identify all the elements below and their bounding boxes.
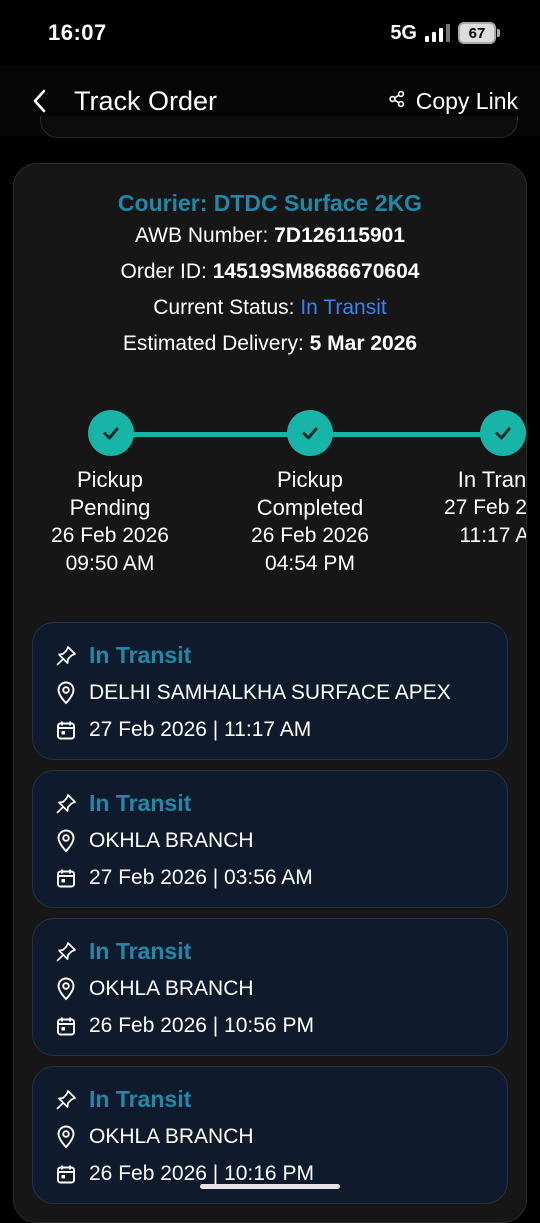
event-datetime: 27 Feb 2026 | 03:56 AM — [89, 865, 313, 889]
order-id-label: Order ID: — [120, 260, 207, 283]
order-id: Order ID: 14519SM8686670604 — [14, 254, 526, 290]
battery-icon: 67 — [458, 22, 500, 44]
copy-link-button[interactable]: Copy Link — [388, 88, 518, 115]
pin-icon — [53, 1087, 79, 1113]
event-location: OKHLA BRANCH — [89, 1124, 254, 1148]
event-location: DELHI SAMHALKHA SURFACE APEX — [89, 680, 451, 704]
eta-value: 5 Mar 2026 — [309, 332, 418, 355]
current-status: Current Status: In Transit — [14, 290, 526, 326]
step-check-icon — [88, 410, 134, 456]
tracking-event: In Transit DELHI SAMHALKHA SURFACE APEX … — [32, 622, 508, 760]
back-arrow-icon[interactable] — [30, 88, 50, 114]
step-label: Pickup — [76, 467, 144, 492]
event-datetime: 26 Feb 2026 | 10:56 PM — [89, 1013, 314, 1037]
progress-stepper[interactable]: Pickup Pending 26 Feb 2026 09:50 AM Pick… — [14, 408, 527, 588]
eta-label: Estimated Delivery: — [122, 332, 304, 355]
event-location: OKHLA BRANCH — [89, 828, 254, 852]
step-in-transit: In Transit 27 Feb 2026 11:17 AM — [413, 466, 527, 550]
step-label: Pending — [69, 495, 151, 520]
step-connector — [332, 432, 484, 437]
awb-label: AWB Number: — [134, 224, 269, 247]
step-pickup-pending: Pickup Pending 26 Feb 2026 09:50 AM — [20, 466, 200, 578]
battery-level: 67 — [468, 24, 486, 42]
event-status: In Transit — [89, 1086, 192, 1112]
pin-icon — [53, 791, 79, 817]
pin-icon — [53, 939, 79, 965]
awb-value: 7D126115901 — [274, 224, 406, 247]
home-indicator[interactable] — [200, 1184, 340, 1189]
location-icon — [53, 680, 79, 706]
tracking-event: In Transit OKHLA BRANCH 27 Feb 2026 | 03… — [32, 770, 508, 908]
step-label: Completed — [256, 495, 364, 520]
location-icon — [53, 976, 79, 1002]
step-date: 27 Feb 2026 — [444, 496, 527, 519]
location-icon — [53, 828, 79, 854]
step-check-icon — [480, 410, 526, 456]
location-icon — [53, 1124, 79, 1150]
status-value: In Transit — [300, 296, 387, 319]
event-status: In Transit — [89, 790, 192, 816]
event-datetime: 27 Feb 2026 | 11:17 AM — [89, 717, 312, 741]
step-connector — [132, 432, 288, 437]
previous-card-edge — [40, 116, 518, 138]
status-time: 16:07 — [48, 20, 107, 45]
tracking-card: Courier: DTDC Surface 2KG AWB Number: 7D… — [13, 163, 527, 1223]
courier-name: Courier: DTDC Surface 2KG — [117, 190, 423, 216]
awb-number: AWB Number: 7D126115901 — [14, 218, 526, 254]
event-location: OKHLA BRANCH — [89, 976, 254, 1000]
step-pickup-completed: Pickup Completed 26 Feb 2026 04:54 PM — [220, 466, 400, 578]
step-date: 26 Feb 2026 — [251, 524, 369, 547]
pin-icon — [53, 643, 79, 669]
calendar-icon — [53, 717, 79, 743]
calendar-icon — [53, 865, 79, 891]
step-label: Pickup — [276, 467, 344, 492]
tracking-event: In Transit OKHLA BRANCH 26 Feb 2026 | 10… — [32, 918, 508, 1056]
estimated-delivery: Estimated Delivery: 5 Mar 2026 — [14, 326, 526, 362]
order-id-value: 14519SM8686670604 — [212, 260, 420, 283]
network-type: 5G — [390, 21, 417, 44]
status-label: Current Status: — [153, 296, 295, 319]
step-time: 09:50 AM — [65, 552, 155, 575]
copy-link-label: Copy Link — [415, 87, 518, 114]
calendar-icon — [53, 1013, 79, 1039]
step-time: 04:54 PM — [265, 552, 355, 575]
share-icon — [388, 90, 406, 113]
step-check-icon — [287, 410, 333, 456]
calendar-icon — [53, 1161, 79, 1187]
event-datetime: 26 Feb 2026 | 10:16 PM — [89, 1161, 314, 1185]
step-date: 26 Feb 2026 — [51, 524, 169, 547]
tracking-events: In Transit DELHI SAMHALKHA SURFACE APEX … — [32, 622, 510, 1214]
page-title: Track Order — [74, 85, 218, 116]
step-label: In Transit — [457, 467, 527, 492]
status-bar: 16:07 5G 67 — [0, 0, 540, 66]
step-time: 11:17 AM — [459, 524, 526, 547]
signal-icon — [425, 24, 450, 42]
event-status: In Transit — [89, 938, 192, 964]
status-indicators: 5G 67 — [390, 22, 500, 45]
order-info: Courier: DTDC Surface 2KG AWB Number: 7D… — [14, 164, 526, 362]
event-status: In Transit — [89, 642, 192, 668]
